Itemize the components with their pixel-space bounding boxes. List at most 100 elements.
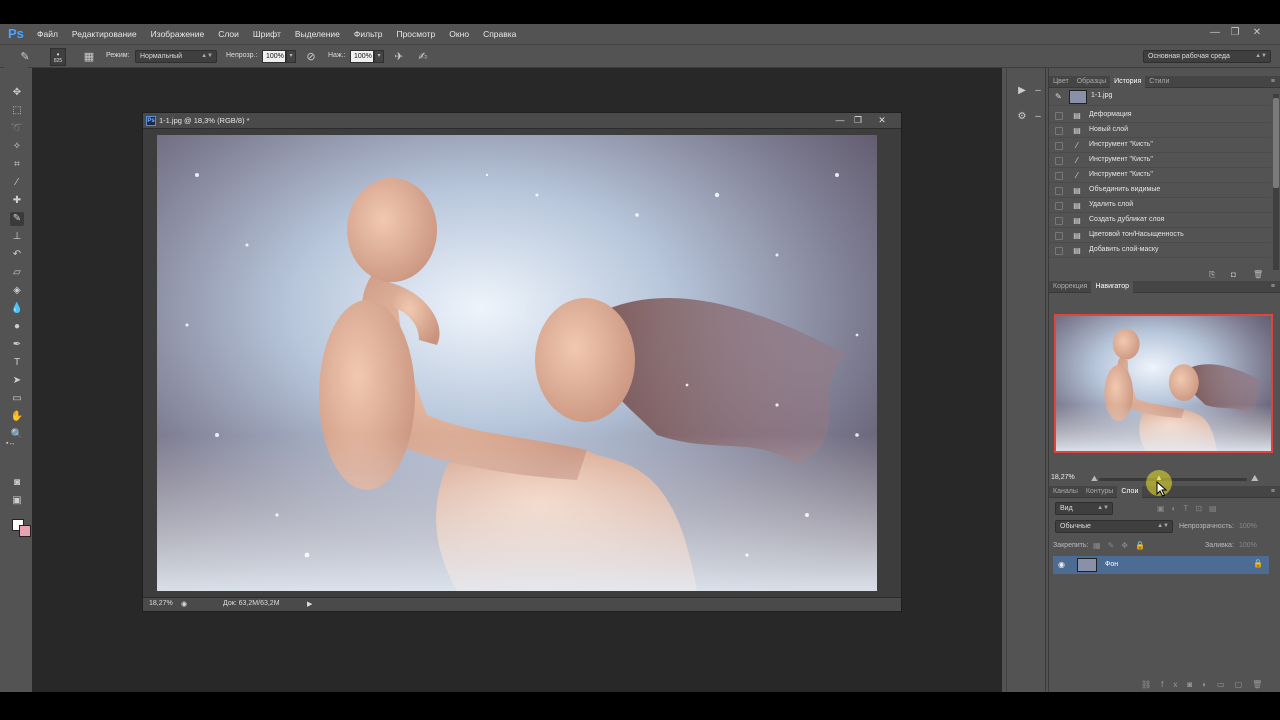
trash-icon[interactable]: 🗑 [1253, 270, 1263, 279]
visibility-eye-icon[interactable]: ◉ [1058, 560, 1065, 569]
history-check[interactable] [1055, 217, 1063, 225]
mode-select[interactable]: Нормальный ▲▼ [135, 50, 217, 63]
paint-bucket-tool-icon[interactable]: ◈ [10, 284, 24, 298]
history-check[interactable] [1055, 172, 1063, 180]
menu-image[interactable]: Изображение [144, 24, 212, 44]
healing-brush-tool-icon[interactable]: ✚ [10, 194, 24, 208]
zoom-readout[interactable]: 18,27% [149, 600, 173, 607]
history-scrollbar-thumb[interactable] [1273, 98, 1279, 188]
doc-maximize-button[interactable]: ❐ [851, 114, 865, 127]
flow-dropdown[interactable]: ▾ [374, 50, 384, 63]
close-button[interactable]: ✕ [1250, 26, 1264, 40]
tab-channels[interactable]: Каналы [1049, 486, 1082, 498]
screen-mode-icon[interactable]: ▣ [10, 494, 24, 508]
history-step[interactable]: ⁄ Инструмент "Кисть" [1049, 153, 1271, 168]
pressure-opacity-icon[interactable]: ⊘ [304, 50, 318, 64]
history-check[interactable] [1055, 157, 1063, 165]
tab-swatches[interactable]: Образцы [1073, 76, 1110, 88]
menu-filter[interactable]: Фильтр [347, 24, 390, 44]
doc-minimize-button[interactable]: — [833, 114, 847, 127]
history-step[interactable]: ▤ Добавить слой-маску [1049, 243, 1271, 258]
layer-filter-icons[interactable]: ▣◐T⊡▤ [1157, 504, 1224, 513]
tab-layers[interactable]: Слои [1117, 485, 1143, 498]
menu-window[interactable]: Окно [442, 24, 476, 44]
tab-color[interactable]: Цвет [1049, 76, 1073, 88]
menu-select[interactable]: Выделение [288, 24, 347, 44]
history-step[interactable]: ⁄ Инструмент "Кисть" [1049, 168, 1271, 183]
brush-panel-icon[interactable]: ▦ [82, 50, 96, 64]
hand-tool-icon[interactable]: ✋ [10, 410, 24, 424]
camera-icon[interactable]: ◘ [1231, 270, 1236, 279]
history-check[interactable] [1055, 127, 1063, 135]
layer-row[interactable]: ◉ Фон 🔒 [1053, 556, 1269, 574]
status-menu-arrow-icon[interactable]: ▶ [307, 600, 312, 608]
history-check[interactable] [1055, 232, 1063, 240]
quick-select-tool-icon[interactable]: ✧ [10, 140, 24, 154]
history-check[interactable] [1055, 187, 1063, 195]
default-colors-icon[interactable]: ▪↔ [6, 440, 15, 447]
dock-collapse-icon[interactable]: – [1031, 84, 1045, 98]
eyedropper-tool-icon[interactable]: ⁄ [10, 176, 24, 190]
layers-panel-menu-icon[interactable]: ≡ [1271, 486, 1275, 498]
blend-mode-select[interactable]: Обычные ▲▼ [1055, 520, 1173, 533]
menu-type[interactable]: Шрифт [246, 24, 288, 44]
tab-history[interactable]: История [1110, 75, 1146, 88]
opacity-input[interactable]: 100% [262, 50, 286, 63]
pen-tool-icon[interactable]: ✒ [10, 338, 24, 352]
status-info-icon[interactable]: ◉ [181, 600, 187, 608]
properties-icon[interactable]: ⚙ [1015, 110, 1029, 124]
tab-styles[interactable]: Стили [1145, 76, 1173, 88]
layers-footer-icons[interactable]: ⛓fx◙◐▭▢🗑 [1141, 680, 1272, 689]
history-step[interactable]: ▤ Цветовой тон/Насыщенность [1049, 228, 1271, 243]
tab-adjustments[interactable]: Коррекция [1049, 281, 1091, 293]
history-step[interactable]: ▤ Деформация [1049, 108, 1271, 123]
eraser-tool-icon[interactable]: ▱ [10, 266, 24, 280]
history-step[interactable]: ▤ Объединить видимые [1049, 183, 1271, 198]
brush-tool-icon[interactable]: ✎ [10, 212, 24, 226]
brush-preset-icon[interactable]: ✎ [18, 50, 32, 64]
clone-stamp-tool-icon[interactable]: ⊥ [10, 230, 24, 244]
menu-edit[interactable]: Редактирование [65, 24, 144, 44]
history-step[interactable]: ▤ Создать дубликат слоя [1049, 213, 1271, 228]
history-step[interactable]: ⁄ Инструмент "Кисть" [1049, 138, 1271, 153]
history-check[interactable] [1055, 247, 1063, 255]
type-tool-icon[interactable]: T [10, 356, 24, 370]
brush-size-picker[interactable]: • 825 [50, 48, 66, 66]
workspace-select[interactable]: Основная рабочая среда ▲▼ [1143, 50, 1271, 63]
dodge-tool-icon[interactable]: ● [10, 320, 24, 334]
navigator-zoom-value[interactable]: 18,27% [1051, 474, 1075, 481]
navigator-zoom-slider[interactable] [1099, 478, 1247, 481]
menu-view[interactable]: Просмотр [389, 24, 442, 44]
layer-filter-select[interactable]: Вид ▲▼ [1055, 502, 1113, 515]
new-document-icon[interactable]: ⎘ [1209, 270, 1215, 280]
lasso-tool-icon[interactable]: ➰ [10, 122, 24, 136]
menu-file[interactable]: Файл [30, 24, 65, 44]
history-check[interactable] [1055, 202, 1063, 210]
airbrush-icon[interactable]: ✈ [392, 50, 406, 64]
history-step[interactable]: ▤ Новый слой [1049, 123, 1271, 138]
minimize-button[interactable]: — [1208, 26, 1222, 40]
fill-value[interactable]: 100% [1239, 542, 1257, 549]
marquee-tool-icon[interactable]: ⬚ [10, 104, 24, 118]
crop-tool-icon[interactable]: ⌗ [10, 158, 24, 172]
tab-paths[interactable]: Контуры [1082, 486, 1117, 498]
layer-opacity-value[interactable]: 100% [1239, 523, 1257, 530]
rectangle-tool-icon[interactable]: ▭ [10, 392, 24, 406]
layer-name[interactable]: Фон [1105, 561, 1118, 568]
menu-help[interactable]: Справка [476, 24, 523, 44]
history-scrollbar[interactable] [1273, 94, 1279, 270]
blur-tool-icon[interactable]: 💧 [10, 302, 24, 316]
path-select-tool-icon[interactable]: ➤ [10, 374, 24, 388]
doc-close-button[interactable]: ✕ [875, 114, 889, 127]
history-brush-tool-icon[interactable]: ↶ [10, 248, 24, 262]
zoom-in-icon[interactable]: ⛰ [1251, 473, 1259, 484]
document-titlebar[interactable]: Ps 1-1.jpg @ 18,3% (RGB/8) * — ❐ ✕ [143, 113, 901, 129]
tab-navigator[interactable]: Навигатор [1091, 280, 1134, 293]
dock-collapse-icon-2[interactable]: – [1031, 110, 1045, 124]
history-panel-menu-icon[interactable]: ≡ [1271, 76, 1275, 88]
canvas-area[interactable] [143, 129, 901, 597]
lock-icons[interactable]: ▦✎✥🔒 [1093, 541, 1152, 550]
background-color-swatch[interactable] [19, 525, 31, 537]
pressure-size-icon[interactable]: ✍ [416, 50, 430, 64]
navigator-panel-menu-icon[interactable]: ≡ [1271, 281, 1275, 293]
